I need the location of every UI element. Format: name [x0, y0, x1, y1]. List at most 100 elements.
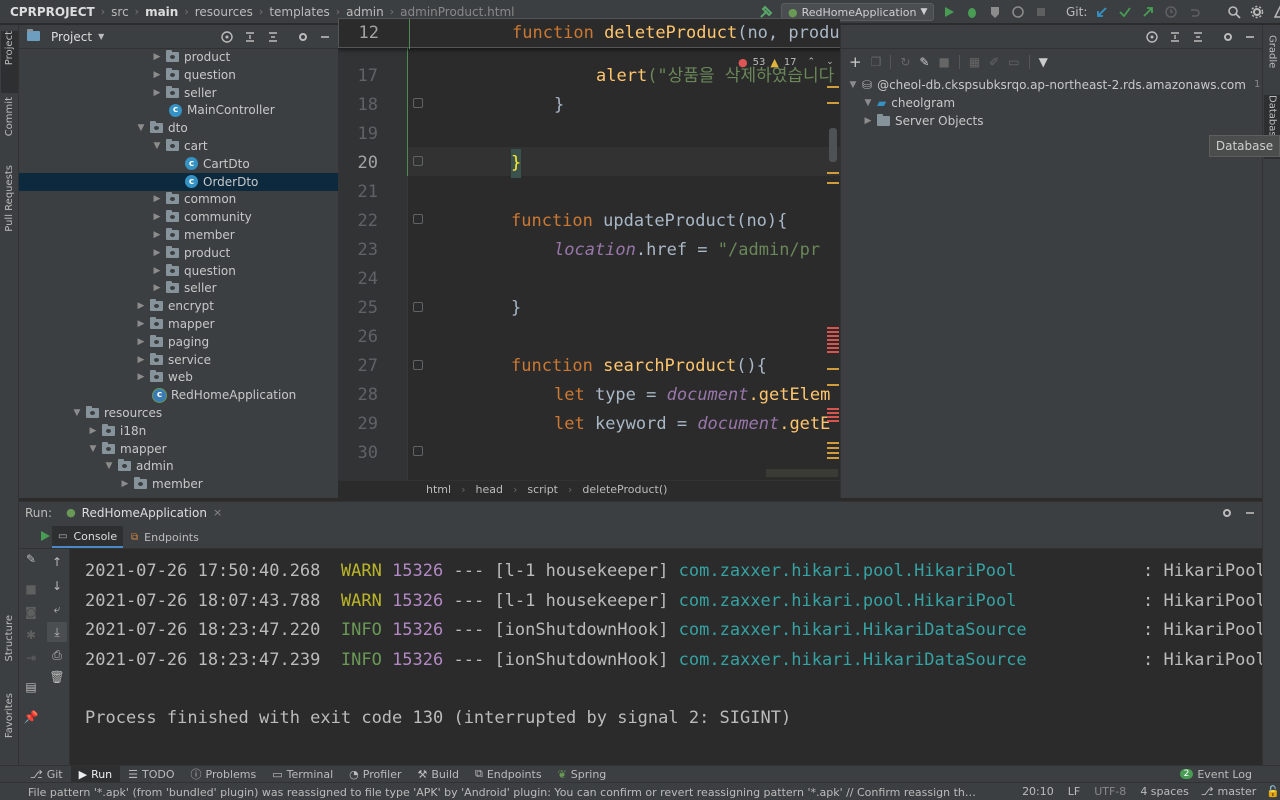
tree-node-encrypt[interactable]: ▶ encrypt: [19, 297, 214, 315]
file-encoding[interactable]: UTF-8: [1094, 785, 1126, 798]
chevron-right-icon[interactable]: ▶: [151, 226, 163, 244]
refresh-icon[interactable]: ↻: [900, 55, 910, 69]
push-icon[interactable]: [1140, 4, 1156, 20]
trash-icon[interactable]: 🗑: [49, 669, 65, 685]
breadcrumb-script[interactable]: script: [527, 483, 558, 496]
tab-console[interactable]: ▭ Console: [52, 526, 124, 548]
indent-setting[interactable]: 4 spaces: [1140, 785, 1189, 798]
breadcrumb-head[interactable]: head: [475, 483, 502, 496]
coverage-icon[interactable]: [987, 4, 1003, 20]
breadcrumb-html[interactable]: html: [426, 483, 451, 496]
print-icon[interactable]: ⎙: [49, 647, 65, 663]
tool-tab-run[interactable]: ▶ Run: [70, 765, 121, 783]
exit-icon[interactable]: ⇥: [23, 650, 39, 666]
tree-node-member[interactable]: ▶ member: [19, 475, 203, 493]
chevron-right-icon[interactable]: ▶: [151, 190, 163, 208]
tree-node-dto[interactable]: ▼ dto: [19, 119, 188, 137]
tool-tab-project[interactable]: Project: [1, 31, 18, 93]
breadcrumb-file[interactable]: adminProduct.html: [400, 5, 514, 19]
chevron-down-icon[interactable]: ▼: [847, 76, 859, 94]
tool-tab-terminal[interactable]: ▭ Terminal: [264, 766, 341, 783]
status-message[interactable]: File pattern '*.apk' (from 'bundled' plu…: [28, 784, 978, 800]
chevron-right-icon[interactable]: ▶: [135, 351, 147, 369]
stop-icon[interactable]: [1033, 4, 1049, 20]
tool-tab-pull-requests[interactable]: Pull Requests: [1, 165, 18, 245]
breadcrumb-function[interactable]: deleteProduct(): [582, 483, 667, 496]
chevron-right-icon[interactable]: ▶: [151, 84, 163, 102]
tree-node-question[interactable]: ▶ question: [19, 262, 236, 280]
chevron-right-icon[interactable]: ▶: [151, 279, 163, 297]
tree-node-mapper[interactable]: ▶ mapper: [19, 315, 215, 333]
chevron-right-icon[interactable]: ▶: [151, 244, 163, 262]
tree-node-maincontroller[interactable]: c MainController: [19, 101, 275, 119]
scrollbar-thumb[interactable]: [829, 128, 837, 162]
expand-all-icon[interactable]: [242, 29, 258, 45]
gear-icon[interactable]: [1249, 4, 1265, 20]
chevron-right-icon[interactable]: ▶: [135, 333, 147, 351]
db-server-objects-node[interactable]: ▶ Server Objects: [862, 112, 984, 130]
fold-marker-icon[interactable]: [413, 98, 423, 108]
fold-marker-icon[interactable]: [413, 302, 423, 312]
run-icon[interactable]: [941, 4, 957, 20]
chevron-down-icon[interactable]: ⌄: [826, 57, 834, 67]
chevron-right-icon[interactable]: ▶: [151, 48, 163, 66]
chevron-up-icon[interactable]: ⌃: [808, 57, 816, 67]
tree-node-product[interactable]: ▶ product: [19, 244, 230, 262]
close-icon[interactable]: ×: [213, 506, 222, 519]
tree-node-cartdto[interactable]: c CartDto: [19, 155, 250, 173]
chevron-right-icon[interactable]: ▶: [135, 297, 147, 315]
tree-node-paging[interactable]: ▶ paging: [19, 333, 209, 351]
tree-node-mapper[interactable]: ▼ mapper: [19, 440, 167, 458]
console-icon[interactable]: ▭: [1008, 55, 1019, 69]
chevron-right-icon[interactable]: ▶: [87, 422, 99, 440]
tree-node-resources[interactable]: ▼ resources: [19, 404, 162, 422]
code-with-me-icon[interactable]: [1272, 4, 1280, 20]
add-icon[interactable]: +: [849, 53, 862, 71]
lock-icon[interactable]: 🔓: [1266, 785, 1280, 798]
tree-node-admin[interactable]: ▼ admin: [19, 457, 174, 475]
tree-node-seller[interactable]: ▶ seller: [19, 279, 217, 297]
db-schema-node[interactable]: ▼ ▰ cheolgram: [862, 94, 956, 112]
pin-icon[interactable]: 📌: [23, 709, 39, 725]
stop-icon[interactable]: ■: [23, 581, 39, 597]
console-output[interactable]: 2021-07-26 17:50:40.268 WARN 15326 --- […: [70, 549, 1262, 765]
chevron-right-icon[interactable]: ▶: [151, 262, 163, 280]
tree-node-community[interactable]: ▶ community: [19, 208, 252, 226]
tree-node-product[interactable]: ▶ product: [19, 48, 230, 66]
tab-endpoints[interactable]: ⧉ Endpoints: [125, 526, 205, 548]
chevron-down-icon[interactable]: ▼: [135, 119, 147, 137]
stop-icon[interactable]: ■: [938, 55, 949, 69]
breadcrumb-src[interactable]: src: [111, 5, 129, 19]
profile-icon[interactable]: [1010, 4, 1026, 20]
update-project-icon[interactable]: [1094, 4, 1110, 20]
tool-tab-commit[interactable]: Commit: [1, 97, 18, 159]
expand-all-icon[interactable]: [1167, 29, 1183, 45]
chevron-down-icon[interactable]: ▼: [862, 94, 874, 112]
search-icon[interactable]: [1226, 4, 1242, 20]
tool-tab-favorites[interactable]: Favorites: [1, 693, 18, 755]
fold-marker-icon[interactable]: [413, 214, 423, 224]
filter-icon[interactable]: ▼: [1039, 55, 1048, 69]
layout-icon[interactable]: ▤: [23, 679, 39, 695]
tool-tab-event-log[interactable]: 2 Event Log: [1172, 766, 1260, 783]
wrench-icon[interactable]: ✎: [23, 551, 39, 567]
breadcrumb-admin[interactable]: admin: [346, 5, 384, 19]
chevron-right-icon[interactable]: ▶: [862, 112, 874, 130]
scroll-to-end-icon[interactable]: ⤓: [47, 622, 67, 642]
locate-icon[interactable]: [219, 29, 235, 45]
fold-marker-icon[interactable]: [413, 360, 423, 370]
tree-node-member[interactable]: ▶ member: [19, 226, 235, 244]
inspection-widget[interactable]: ● 53 ▲ 17 ⌃ ⌄: [738, 54, 834, 70]
copy-icon[interactable]: ❐: [871, 55, 882, 69]
gear-icon[interactable]: [1220, 29, 1236, 45]
chevron-right-icon[interactable]: ▶: [135, 368, 147, 386]
soft-wrap-icon[interactable]: ⤶: [49, 601, 65, 617]
tree-node-question[interactable]: ▶ question: [19, 66, 236, 84]
tool-tab-problems[interactable]: ⓘ Problems: [183, 766, 265, 783]
tree-node-seller[interactable]: ▶ seller: [19, 84, 217, 102]
hide-panel-icon[interactable]: [1242, 505, 1258, 521]
tool-tab-build[interactable]: ⚒ Build: [410, 766, 468, 783]
gear-icon[interactable]: [1219, 505, 1235, 521]
breadcrumb-project[interactable]: CPRPROJECT: [10, 5, 95, 19]
arrow-up-icon[interactable]: ↑: [49, 554, 65, 570]
